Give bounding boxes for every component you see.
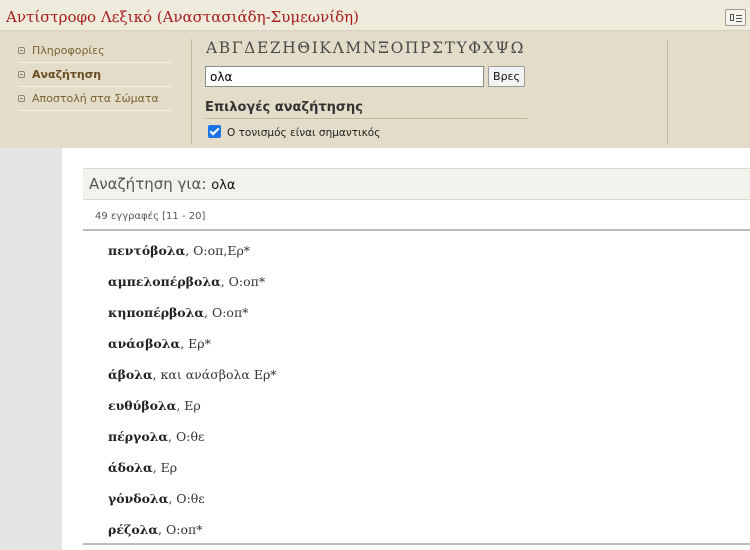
entry-info: , Ο:θε	[168, 491, 205, 506]
letter-link[interactable]: Π	[405, 39, 419, 57]
letter-link[interactable]: Θ	[297, 39, 310, 57]
letter-link[interactable]: Δ	[244, 39, 256, 57]
left-gutter	[0, 148, 62, 550]
search-button[interactable]: Βρες	[488, 66, 525, 87]
entry-info: , Ο:θε	[168, 429, 205, 444]
list-item: κηποπέρβολα, Ο:οπ*	[108, 305, 248, 320]
entry-info: , Ερ	[152, 460, 178, 475]
entry-word[interactable]: ρέζολα	[108, 522, 158, 537]
letter-link[interactable]: Ξ	[378, 39, 390, 57]
control-panel: Πληροφορίες Αναζήτηση Αποστολή στα Σώματ…	[0, 31, 750, 148]
accent-checkbox[interactable]	[208, 125, 221, 138]
letter-link[interactable]: Σ	[432, 39, 444, 57]
bullet-icon	[18, 95, 25, 102]
entry-word[interactable]: πέργολα	[108, 429, 168, 444]
letter-link[interactable]: Μ	[345, 39, 361, 57]
entry-word[interactable]: κηποπέρβολα	[108, 305, 204, 320]
entry-info: , και ανάσβολα Ερ*	[152, 367, 277, 382]
letter-link[interactable]: Ρ	[420, 39, 431, 57]
results-query: ολα	[211, 178, 236, 193]
entry-info: , Ο:οπ,Ερ*	[185, 243, 251, 258]
list-item: ανάσβολα, Ερ*	[108, 336, 211, 351]
sidebar-item-info[interactable]: Πληροφορίες	[18, 40, 172, 63]
sidebar-item-label: Πληροφορίες	[32, 44, 105, 57]
letter-link[interactable]: Ο	[391, 39, 404, 57]
sidebar-item-search[interactable]: Αναζήτηση	[18, 64, 172, 87]
entry-word[interactable]: ανάσβολα	[108, 336, 180, 351]
letter-link[interactable]: Ε	[257, 39, 269, 57]
entry-word[interactable]: ευθύβολα	[108, 398, 176, 413]
list-item: αμπελοπέρβολα, Ο:οπ*	[108, 274, 265, 289]
list-item: άδολα, Ερ	[108, 460, 177, 475]
results-title: Αναζήτηση για: ολα	[89, 175, 236, 193]
menu-icon[interactable]	[725, 9, 746, 26]
entry-word[interactable]: άδολα	[108, 460, 153, 475]
letter-link[interactable]: Α	[206, 39, 218, 57]
app-title: Αντίστροφο Λεξικό (Αναστασιάδη-Συμεωνίδη…	[6, 8, 360, 26]
sidebar-item-label: Αναζήτηση	[32, 68, 102, 81]
letter-link[interactable]: Γ	[232, 39, 243, 57]
sidebar-item-send-to-corpora[interactable]: Αποστολή στα Σώματα	[18, 88, 172, 111]
entry-word[interactable]: πεντόβολα	[108, 243, 185, 258]
results-header: Αναζήτηση για: ολα	[83, 168, 750, 200]
letter-link[interactable]: Υ	[457, 39, 468, 57]
letter-link[interactable]: Λ	[333, 39, 345, 57]
entry-info: , Ο:οπ*	[158, 522, 203, 537]
list-item: ευθύβολα, Ερ	[108, 398, 201, 413]
list-item: άβολα, και ανάσβολα Ερ*	[108, 367, 277, 382]
results-count: 49 εγγραφές [11 - 20]	[95, 211, 206, 222]
list-item: γόνδολα, Ο:θε	[108, 491, 205, 506]
letter-link[interactable]: Φ	[468, 39, 481, 57]
search-options-title: Επιλογές αναζήτησης	[205, 100, 363, 115]
entry-info: , Ερ*	[180, 336, 211, 351]
title-bar: Αντίστροφο Λεξικό (Αναστασιάδη-Συμεωνίδη…	[0, 0, 750, 31]
letter-link[interactable]: Ζ	[270, 39, 281, 57]
entry-info: , Ο:οπ*	[204, 305, 249, 320]
entry-info: , Ερ	[176, 398, 201, 413]
entry-info: , Ο:οπ*	[220, 274, 266, 289]
letter-link[interactable]: Ι	[312, 39, 319, 57]
sidebar-item-label: Αποστολή στα Σώματα	[32, 92, 159, 105]
bullet-icon	[18, 71, 25, 78]
divider	[205, 118, 527, 119]
letter-link[interactable]: Ψ	[495, 39, 509, 57]
entry-word[interactable]: άβολα	[108, 367, 153, 382]
divider	[667, 39, 668, 144]
search-input[interactable]	[205, 66, 484, 87]
divider	[83, 543, 750, 545]
accent-checkbox-label: Ο τονισμός είναι σημαντικός	[227, 127, 381, 139]
letter-link[interactable]: Ω	[511, 39, 524, 57]
divider	[191, 39, 192, 144]
bullet-icon	[18, 47, 25, 54]
alphabet-index: ΑΒΓΔΕΖΗΘΙΚΛΜΝΞΟΠΡΣΤΥΦΧΨΩ	[206, 39, 525, 57]
letter-link[interactable]: Β	[219, 39, 231, 57]
letter-link[interactable]: Κ	[319, 39, 331, 57]
letter-link[interactable]: Χ	[483, 39, 495, 57]
list-item: πέργολα, Ο:θε	[108, 429, 204, 444]
letter-link[interactable]: Τ	[445, 39, 456, 57]
entry-word[interactable]: γόνδολα	[108, 491, 168, 506]
list-item: πεντόβολα, Ο:οπ,Ερ*	[108, 243, 250, 258]
entry-word[interactable]: αμπελοπέρβολα	[108, 274, 221, 289]
list-item: ρέζολα, Ο:οπ*	[108, 522, 202, 537]
letter-link[interactable]: Ν	[363, 39, 377, 57]
letter-link[interactable]: Η	[282, 39, 296, 57]
divider	[83, 229, 750, 231]
